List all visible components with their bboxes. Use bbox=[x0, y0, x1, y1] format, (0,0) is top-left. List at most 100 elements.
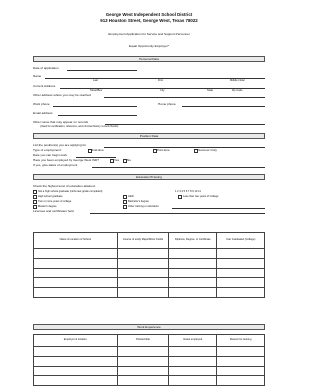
table-cell[interactable] bbox=[216, 257, 265, 269]
table-cell[interactable] bbox=[168, 277, 218, 289]
table-cell[interactable] bbox=[216, 355, 265, 367]
other-training-field[interactable] bbox=[172, 208, 265, 209]
full-time-label: Full-time bbox=[92, 148, 104, 152]
table-cell[interactable] bbox=[168, 248, 218, 259]
current-address-label: Current Address bbox=[33, 84, 56, 88]
positions-applying-field[interactable] bbox=[104, 147, 265, 148]
table-cell[interactable] bbox=[33, 267, 118, 279]
work-phone-label: Work phone bbox=[33, 102, 50, 106]
other-names-note: (Used for certification, reference, and … bbox=[40, 125, 119, 128]
employment-dates-label: If yes, give dates of employment bbox=[33, 163, 78, 167]
other-address-field[interactable] bbox=[104, 97, 265, 98]
other-names-label: Other name that may appear on records bbox=[33, 120, 89, 124]
position-column-header: Position/title bbox=[116, 334, 170, 347]
employer-column-header: Employer & location bbox=[33, 334, 118, 347]
address-street-caption: Street/Box bbox=[90, 89, 103, 92]
grade-numbers[interactable]: 1 2 3 4 5 6 7 8 9 10 11 bbox=[175, 190, 201, 194]
two-years-college-checkbox[interactable] bbox=[33, 200, 38, 205]
masters-label: Master's degree bbox=[38, 204, 57, 208]
work-phone-field[interactable] bbox=[53, 106, 137, 107]
email-label: Email address bbox=[33, 111, 53, 115]
table-cell[interactable] bbox=[33, 375, 118, 386]
bachelors-checkbox[interactable] bbox=[123, 200, 128, 205]
table-cell[interactable] bbox=[168, 257, 218, 269]
district-address: 913 Houston Street, George West, Texas 7… bbox=[100, 18, 198, 23]
not-hs-graduate-label: Not a high school graduate (circle last … bbox=[38, 189, 103, 193]
table-cell[interactable] bbox=[168, 365, 218, 377]
table-cell[interactable] bbox=[168, 287, 218, 298]
table-cell[interactable] bbox=[168, 346, 218, 357]
work-experience-title: Work Experience bbox=[137, 325, 161, 330]
table-cell[interactable] bbox=[33, 257, 118, 269]
table-cell[interactable] bbox=[216, 277, 265, 289]
name-last-caption: Last bbox=[93, 79, 98, 82]
table-cell[interactable] bbox=[33, 277, 118, 289]
table-cell[interactable] bbox=[116, 355, 170, 367]
table-cell[interactable] bbox=[116, 257, 170, 269]
other-names-field[interactable] bbox=[105, 124, 265, 125]
ged-label: GED bbox=[128, 194, 134, 198]
table-cell[interactable] bbox=[168, 267, 218, 279]
table-row bbox=[33, 267, 265, 279]
other-address-label: Other address where you may be reached bbox=[33, 93, 91, 97]
less-than-two-years-label: Less than two years of College bbox=[183, 194, 219, 198]
table-cell[interactable] bbox=[116, 277, 170, 289]
table-row bbox=[33, 257, 265, 269]
other-training-checkbox[interactable] bbox=[123, 205, 128, 210]
work-experience-table: Employer & location Position/title Dates… bbox=[33, 334, 265, 386]
date-begin-label: Date you can begin work bbox=[33, 153, 68, 157]
home-phone-field[interactable] bbox=[182, 106, 265, 107]
not-hs-graduate-checkbox[interactable] bbox=[33, 190, 38, 195]
table-cell[interactable] bbox=[33, 365, 118, 377]
table-cell[interactable] bbox=[116, 365, 170, 377]
diploma-column-header: Diploma, Degree, or Certificate bbox=[168, 232, 218, 249]
employment-dates-field[interactable] bbox=[92, 167, 265, 168]
highest-level-label: Check the highest level of education att… bbox=[33, 184, 96, 188]
table-cell[interactable] bbox=[33, 248, 118, 259]
reason-column-header: Reason for leaving bbox=[216, 334, 265, 347]
date-of-application-field[interactable] bbox=[67, 70, 137, 71]
positions-applying-label: List the position(s) you are applying fo… bbox=[33, 143, 87, 147]
licenses-field[interactable] bbox=[90, 213, 265, 214]
type-of-employment-label: Type of employment: bbox=[33, 148, 62, 152]
table-cell[interactable] bbox=[33, 355, 118, 367]
table-cell[interactable] bbox=[33, 287, 118, 298]
table-cell[interactable] bbox=[116, 375, 170, 386]
hs-graduate-checkbox[interactable] bbox=[33, 195, 38, 200]
ged-checkbox[interactable] bbox=[123, 195, 128, 200]
name-middle-caption: Middle Initial bbox=[230, 79, 245, 82]
email-field[interactable] bbox=[58, 115, 137, 116]
table-cell[interactable] bbox=[116, 267, 170, 279]
table-cell[interactable] bbox=[168, 355, 218, 367]
education-table-header: Name & Location of School Course of stud… bbox=[33, 232, 265, 249]
two-years-college-label: Two or more years of college bbox=[38, 199, 72, 203]
table-cell[interactable] bbox=[33, 346, 118, 357]
table-cell[interactable] bbox=[116, 248, 170, 259]
year-column-header: Year Graduated (College) bbox=[216, 232, 265, 249]
work-experience-header: Work Experience bbox=[33, 324, 265, 330]
address-city-caption: City bbox=[160, 89, 165, 92]
form-subtitle: Employment Application for Service and S… bbox=[108, 32, 190, 36]
name-first-caption: First bbox=[158, 79, 164, 82]
education-title: Education/Training bbox=[136, 175, 162, 180]
less-than-two-years-checkbox[interactable] bbox=[178, 195, 183, 200]
table-cell[interactable] bbox=[216, 346, 265, 357]
education-table: Name & Location of School Course of stud… bbox=[33, 232, 265, 298]
school-column-header: Name & Location of School bbox=[33, 232, 118, 249]
table-cell[interactable] bbox=[116, 346, 170, 357]
table-cell[interactable] bbox=[168, 375, 218, 386]
date-of-application-label: Date of application bbox=[33, 66, 59, 70]
table-row bbox=[33, 355, 265, 367]
hs-graduate-label: High school graduate bbox=[38, 194, 63, 198]
education-header: Education/Training bbox=[33, 174, 265, 180]
table-cell[interactable] bbox=[216, 375, 265, 386]
dates-column-header: Dates employed bbox=[168, 334, 218, 347]
table-cell[interactable] bbox=[116, 287, 170, 298]
table-cell[interactable] bbox=[216, 267, 265, 279]
table-cell[interactable] bbox=[216, 365, 265, 377]
table-cell[interactable] bbox=[216, 287, 265, 298]
employed-before-label: Have you been employed by George West IS… bbox=[33, 158, 99, 162]
address-state-caption: State bbox=[207, 89, 214, 92]
table-cell[interactable] bbox=[216, 248, 265, 259]
position-data-title: Position Data bbox=[139, 134, 159, 139]
